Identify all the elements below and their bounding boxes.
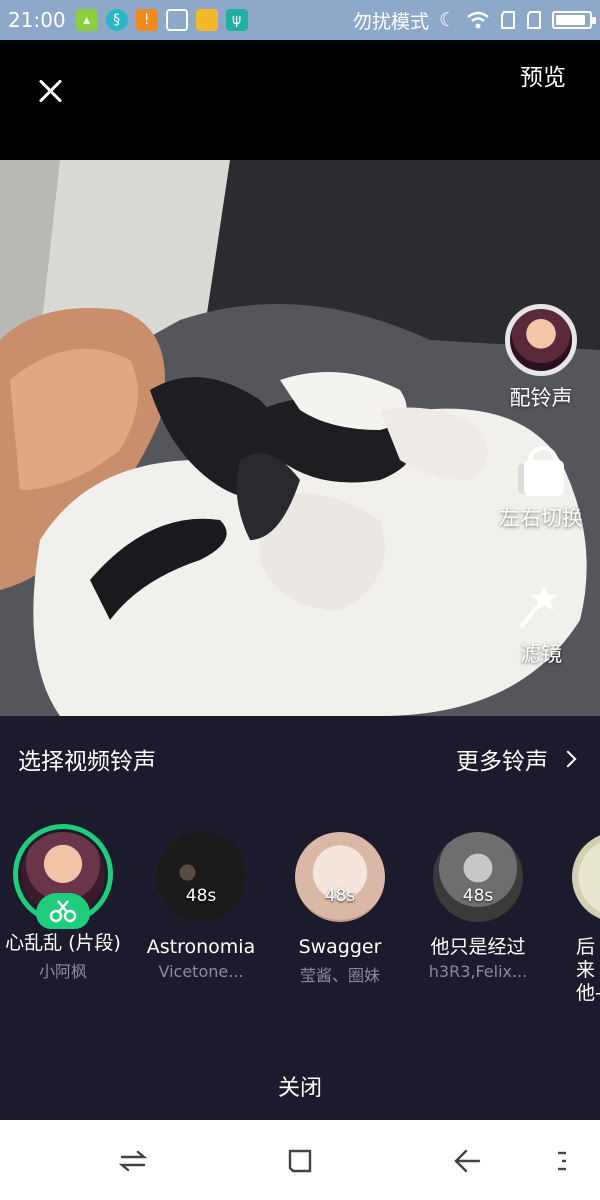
song-artist: 莹酱、圈妹 — [299, 966, 380, 985]
song-duration: 48s — [185, 886, 217, 906]
song-item[interactable]: 48s Astronomia Vicetone... — [134, 832, 268, 981]
song-item[interactable]: 心乱乱 (片段) 小阿枫 — [0, 824, 130, 982]
home-icon[interactable] — [285, 1146, 315, 1176]
ringtone-panel: 选择视频铃声 更多铃声 心乱乱 (片段) 小阿枫 48s Astronomia … — [0, 716, 600, 1120]
notification-icons: ▴ § ! ψ — [75, 9, 248, 31]
menu-icon[interactable] — [552, 1146, 572, 1176]
status-time: 21:00 — [8, 8, 66, 32]
song-cover: 48s — [433, 832, 523, 922]
song-item[interactable]: 48s 他只是经过 h3R3,Felix... — [411, 832, 545, 981]
notification-icon: ▴ — [75, 9, 98, 31]
more-ringtones-link[interactable]: 更多铃声 — [456, 742, 577, 776]
song-artist: 小阿枫 — [38, 962, 87, 981]
song-item[interactable]: 48s Swagger 莹酱、圈妹 — [273, 832, 407, 986]
filter-label: 滤镜 — [520, 642, 562, 666]
filter-control[interactable]: 滤镜 — [486, 582, 596, 668]
moon-icon: ☾ — [438, 9, 456, 31]
status-bar: 21:00 ▴ § ! ψ 勿扰模式 ☾ — [0, 0, 600, 40]
song-cover — [572, 832, 600, 922]
song-artist: h3R3,Felix... — [428, 962, 528, 981]
song-name: Astronomia — [146, 936, 256, 958]
more-ringtones-label: 更多铃声 — [456, 749, 548, 775]
switch-control[interactable]: 左右切换 — [486, 446, 596, 532]
switch-icon — [514, 446, 568, 496]
back-icon[interactable] — [452, 1146, 482, 1176]
top-bar: 预览 — [0, 40, 600, 160]
switch-apps-icon[interactable] — [118, 1146, 148, 1176]
warning-icon: ! — [135, 9, 158, 31]
panel-title: 选择视频铃声 — [18, 749, 156, 775]
song-item[interactable]: 后来他- — [550, 832, 600, 1005]
chevron-right-icon — [559, 750, 577, 768]
ringtone-avatar — [505, 304, 577, 376]
folder-icon — [195, 9, 218, 31]
song-name: 后来他- — [576, 936, 600, 1004]
song-artist: Vicetone... — [158, 962, 244, 981]
video-preview[interactable]: 配铃声 左右切换 滤镜 — [0, 160, 600, 716]
ringtone-control[interactable]: 配铃声 — [486, 304, 596, 412]
navigation-bar — [0, 1120, 600, 1200]
sim1-icon — [501, 11, 515, 29]
switch-label: 左右切换 — [499, 506, 583, 530]
close-icon[interactable] — [32, 74, 68, 110]
clean-icon — [165, 9, 188, 31]
magic-wand-icon — [520, 586, 558, 628]
song-name: 心乱乱 (片段) — [5, 932, 121, 954]
sim2-icon — [527, 11, 541, 29]
scissors-icon[interactable] — [36, 893, 90, 929]
song-duration: 48s — [462, 886, 494, 906]
song-name: 他只是经过 — [430, 936, 526, 958]
battery-level — [556, 15, 585, 25]
song-cover: 48s — [156, 832, 246, 922]
song-list: 心乱乱 (片段) 小阿枫 48s Astronomia Vicetone... … — [0, 824, 600, 1024]
dnd-mode-label: 勿扰模式 — [352, 10, 429, 33]
close-panel-button[interactable]: 关闭 — [0, 1070, 600, 1102]
ringtone-label: 配铃声 — [509, 386, 573, 410]
status-right: 勿扰模式 ☾ — [352, 7, 596, 34]
app-icon: § — [105, 9, 128, 31]
song-name: Swagger — [298, 936, 382, 958]
wifi-icon — [467, 11, 489, 29]
battery-icon — [552, 11, 596, 29]
usb-icon: ψ — [225, 9, 248, 31]
song-cover: 48s — [295, 832, 385, 922]
preview-button[interactable]: 预览 — [520, 58, 566, 92]
song-duration: 48s — [324, 886, 356, 906]
selected-ring — [13, 824, 113, 929]
